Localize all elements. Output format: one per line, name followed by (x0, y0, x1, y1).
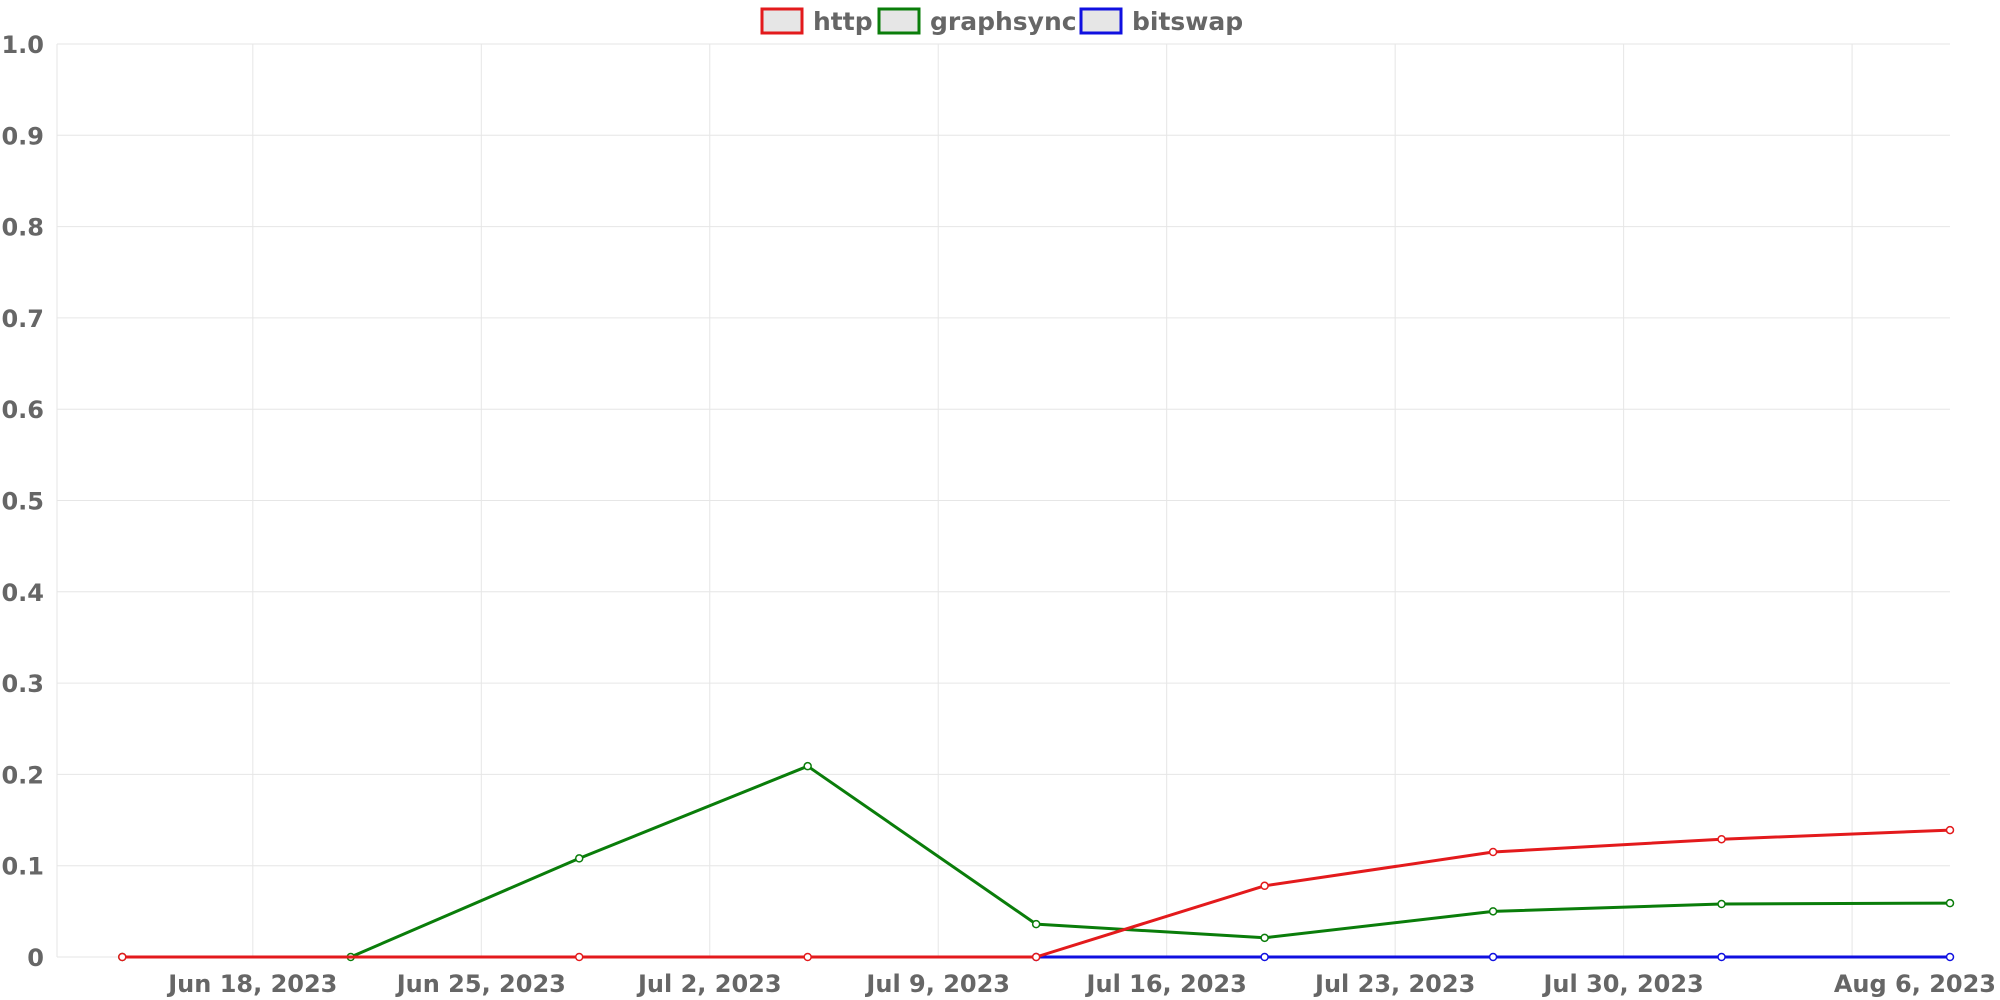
x-tick-label: Jul 23, 2023 (1313, 970, 1475, 998)
data-point-bitswap (1260, 952, 1269, 962)
data-point-graphsync (1945, 898, 1955, 908)
axes: 0 0.1 0.2 0.3 0.4 0.5 0.6 0.7 0.8 0.9 1.0 Jun 18, 2… (1, 31, 1996, 998)
data-point-http (574, 952, 584, 962)
x-tick-label: Jul 30, 2023 (1541, 970, 1703, 998)
x-tick-label: Jul 16, 2023 (1085, 970, 1247, 998)
legend-label: http (813, 7, 873, 36)
data-point-graphsync (1260, 933, 1269, 943)
x-tick-label: Jul 9, 2023 (864, 970, 1010, 998)
x-tick-label: Aug 6, 2023 (1834, 970, 1996, 998)
y-tick-label: 0.9 (1, 122, 44, 150)
chart-container: 0 0.1 0.2 0.3 0.4 0.5 0.6 0.7 0.8 0.9 1.0 Jun 18, 2… (0, 0, 2000, 1000)
series-bitswap (1031, 952, 1955, 962)
y-tick-label: 0.8 (1, 214, 44, 242)
legend: http graphsync bitswap (760, 7, 1243, 36)
y-tick-label: 0.2 (1, 761, 44, 789)
data-point-http (1488, 847, 1498, 857)
data-point-http (1260, 881, 1269, 891)
y-tick-label: 0.3 (1, 670, 44, 698)
data-point-bitswap (1488, 952, 1498, 962)
legend-label: graphsync (930, 7, 1077, 36)
data-point-graphsync (1717, 899, 1726, 909)
legend-item-bitswap[interactable]: bitswap (1079, 7, 1243, 36)
y-tick-label: 0.4 (1, 579, 44, 607)
legend-item-http[interactable]: http (760, 7, 873, 36)
data-point-http (1945, 825, 1955, 835)
legend-swatch (1079, 7, 1123, 35)
x-tick-label: Jun 18, 2023 (166, 970, 337, 998)
y-tick-label: 0.6 (1, 396, 44, 424)
y-tick-label: 0 (27, 944, 44, 972)
legend-swatch (877, 7, 921, 35)
legend-item-graphsync[interactable]: graphsync (877, 7, 1077, 36)
series-layer (118, 761, 1955, 962)
series-graphsync (118, 761, 1955, 962)
data-point-http (1031, 952, 1041, 962)
y-tick-label: 0.7 (1, 305, 44, 333)
y-tick-label: 1.0 (1, 31, 44, 59)
data-point-graphsync (574, 854, 584, 863)
grid (56, 43, 1950, 958)
legend-swatch (760, 7, 804, 35)
legend-label: bitswap (1132, 7, 1243, 36)
x-tick-label: Jul 2, 2023 (636, 970, 782, 998)
data-point-graphsync (803, 761, 812, 771)
line-chart: 0 0.1 0.2 0.3 0.4 0.5 0.6 0.7 0.8 0.9 1.0 Jun 18, 2… (1, 7, 1996, 998)
data-point-graphsync (1488, 907, 1498, 916)
series-http (118, 825, 1955, 962)
data-point-http (803, 952, 812, 962)
data-point-http (1717, 834, 1726, 844)
data-point-bitswap (1717, 952, 1726, 962)
data-point-graphsync (1031, 919, 1041, 929)
x-tick-label: Jun 25, 2023 (395, 970, 566, 998)
data-point-bitswap (1945, 952, 1955, 962)
data-point-http (118, 952, 127, 962)
y-tick-label: 0.5 (1, 488, 44, 516)
y-tick-label: 0.1 (1, 853, 44, 881)
